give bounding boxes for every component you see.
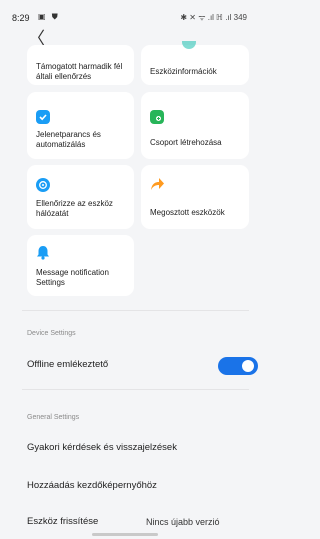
general-settings-heading: General Settings <box>27 414 80 421</box>
add-home-screen-label: Hozzáadás kezdőképernyőhöz <box>27 480 157 491</box>
share-arrow-icon <box>150 177 165 196</box>
section-divider <box>22 310 249 311</box>
card-shared-devices-label: Megosztott eszközök <box>150 208 225 217</box>
card-third-party-label: Támogatott harmadik fél általi ellenőrzé… <box>36 62 123 81</box>
toggle-knob <box>242 360 254 372</box>
card-create-group-label: Csoport létrehozása <box>150 138 222 147</box>
section-divider <box>22 389 249 390</box>
offline-reminder-toggle[interactable] <box>218 357 258 375</box>
add-home-screen-row[interactable]: Hozzáadás kezdőképernyőhöz <box>22 472 249 498</box>
card-scene-automation-label: Jelenetparancs és automatizálás <box>36 130 101 149</box>
faq-label: Gyakori kérdések és visszajelzések <box>27 442 177 453</box>
card-message-notification[interactable]: Message notification Settings <box>27 235 134 296</box>
card-shared-devices[interactable]: Megosztott eszközök <box>141 165 249 229</box>
card-network-check[interactable]: Ellenőrizze az eszköz hálózatát <box>27 165 134 229</box>
status-bar: 8:29 ▣ ⛊ ✱ ✕ ᯤ .ıl ℍ .ıl 349 <box>0 0 249 26</box>
info-icon <box>182 41 196 49</box>
checkmark-icon <box>36 110 50 124</box>
card-third-party[interactable]: Támogatott harmadik fél általi ellenőrzé… <box>27 45 134 85</box>
firmware-version-value: Nincs újabb verzió <box>146 517 220 527</box>
card-device-info[interactable]: Eszközinformációk <box>141 41 249 85</box>
wifi-check-icon <box>36 178 50 192</box>
faq-row[interactable]: Gyakori kérdések és visszajelzések <box>22 433 249 459</box>
card-device-info-label: Eszközinformációk <box>150 67 217 76</box>
card-message-notification-label: Message notification Settings <box>36 268 109 287</box>
card-network-check-label: Ellenőrizze az eszköz hálózatát <box>36 199 113 218</box>
offline-reminder-label: Offline emlékeztető <box>27 359 109 370</box>
bell-icon <box>36 245 50 265</box>
home-indicator <box>92 533 158 536</box>
group-add-icon <box>150 110 164 124</box>
firmware-update-label: Eszköz frissítése <box>27 516 99 527</box>
status-right-icons: ✱ ✕ ᯤ .ıl ℍ .ıl 349 <box>180 13 247 22</box>
device-settings-heading: Device Settings <box>27 330 76 337</box>
status-time: 8:29 <box>12 13 30 23</box>
card-create-group[interactable]: Csoport létrehozása <box>141 92 249 159</box>
card-scene-automation[interactable]: Jelenetparancs és automatizálás <box>27 92 134 159</box>
status-left-icons: ▣ ⛊ <box>38 12 60 21</box>
